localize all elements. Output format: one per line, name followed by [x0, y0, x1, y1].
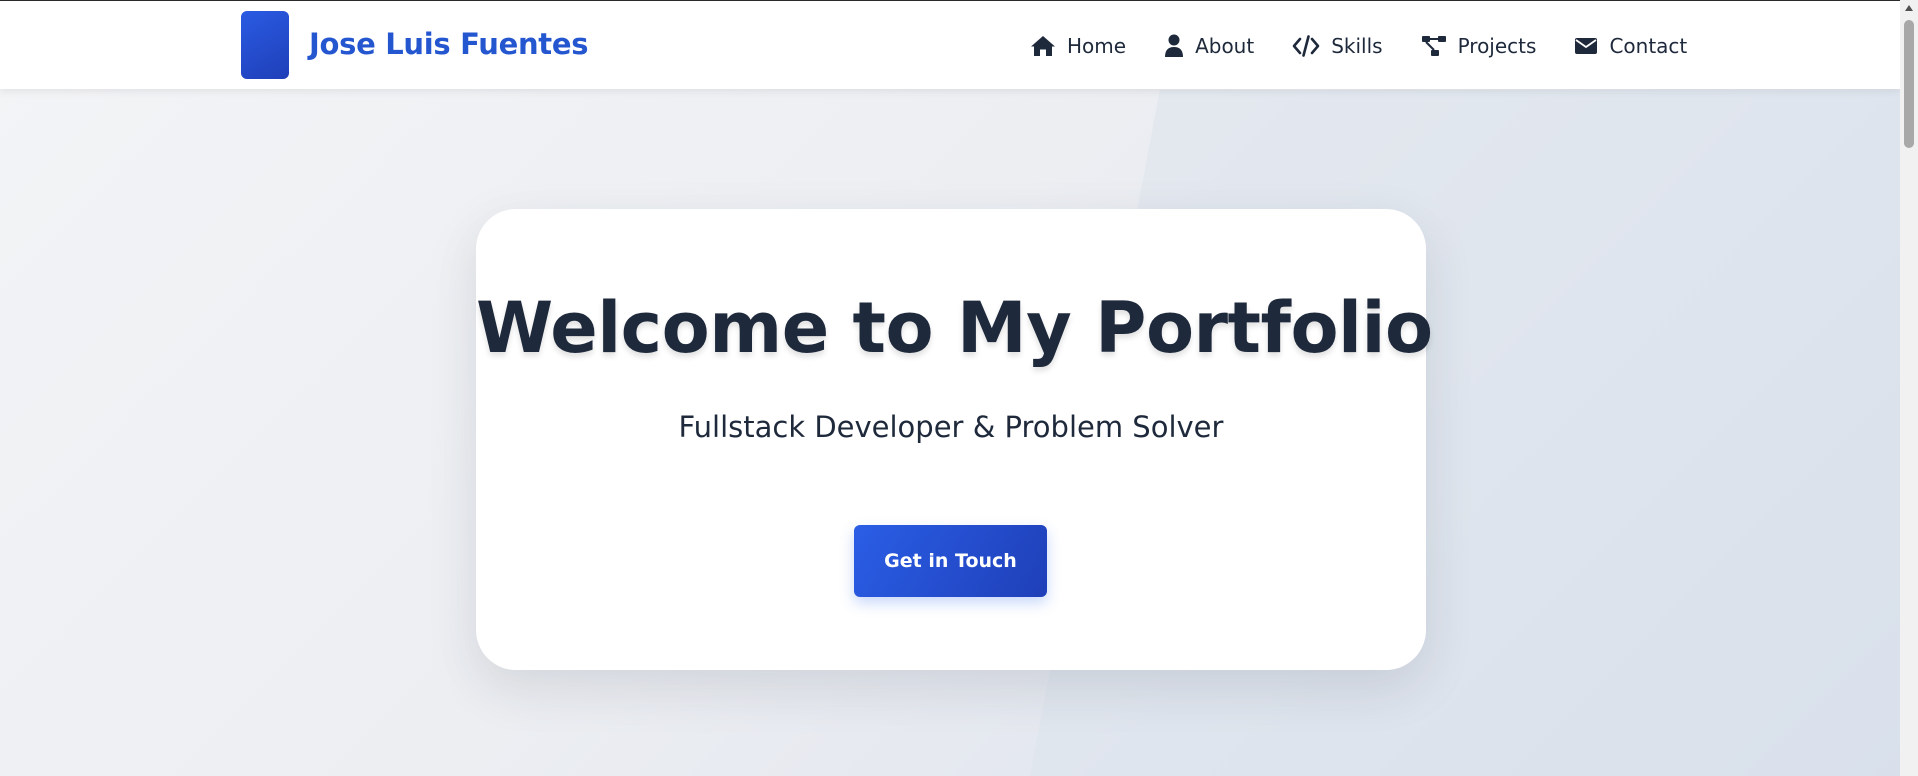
nav-item-skills[interactable]: Skills — [1292, 34, 1383, 58]
get-in-touch-button[interactable]: Get in Touch — [854, 525, 1047, 597]
main-nav: Home About Skills Projects Contact — [1030, 31, 1687, 61]
scroll-up-arrow-icon[interactable] — [1905, 5, 1913, 11]
brand-name[interactable]: Jose Luis Fuentes — [309, 27, 588, 61]
nav-label-contact: Contact — [1609, 34, 1688, 58]
nav-label-home: Home — [1067, 34, 1127, 58]
nav-item-projects[interactable]: Projects — [1421, 34, 1537, 58]
nav-label-projects: Projects — [1457, 34, 1537, 58]
vertical-scrollbar[interactable] — [1900, 0, 1918, 776]
nav-item-contact[interactable]: Contact — [1574, 34, 1687, 58]
nav-label-skills: Skills — [1331, 34, 1383, 58]
hero-card: Welcome to My Portfolio Fullstack Develo… — [476, 209, 1433, 670]
hero-subtitle: Fullstack Developer & Problem Solver — [678, 410, 1224, 444]
code-icon — [1292, 35, 1320, 57]
nav-item-home[interactable]: Home — [1030, 34, 1126, 58]
nav-label-about: About — [1195, 34, 1255, 58]
envelope-icon — [1575, 38, 1598, 54]
site-header: Jose Luis Fuentes Home About Skills Proj… — [0, 1, 1900, 89]
hero-title: Welcome to My Portfolio — [476, 287, 1433, 369]
user-icon — [1165, 34, 1184, 57]
scrollbar-thumb[interactable] — [1904, 20, 1914, 148]
project-diagram-icon — [1421, 36, 1446, 56]
home-icon — [1031, 36, 1055, 56]
nav-item-about[interactable]: About — [1164, 34, 1254, 58]
logo[interactable] — [241, 11, 289, 79]
